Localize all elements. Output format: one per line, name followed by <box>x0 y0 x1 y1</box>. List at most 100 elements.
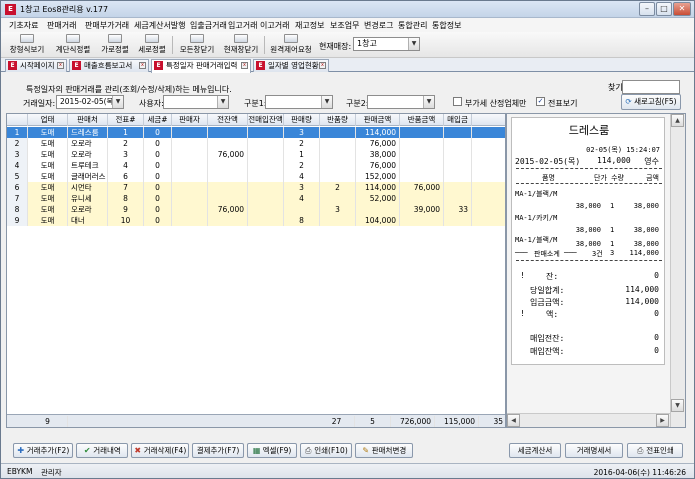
type1-select[interactable]: ▼ <box>265 95 333 109</box>
close-tab-icon[interactable]: x <box>241 62 248 69</box>
statement-button[interactable]: 거래명세서 <box>565 443 623 458</box>
maximize-icon[interactable]: □ <box>656 2 672 16</box>
close-tab-icon[interactable]: x <box>319 62 326 69</box>
cascade-view-button[interactable]: 창형식보기 <box>9 34 45 56</box>
footer-returns: 5 <box>355 416 391 427</box>
table-cell: 33 <box>444 204 472 215</box>
col-prev-balance[interactable]: 전잔액 <box>208 114 248 126</box>
refresh-button[interactable]: ⟳ 새로고침(F5) <box>621 94 681 110</box>
transaction-history-button[interactable]: ✔ 거래내역 <box>76 443 128 458</box>
col-seller[interactable]: 판매처 <box>68 114 108 126</box>
col-return-qty[interactable]: 반품량 <box>320 114 356 126</box>
user-select[interactable]: ▼ <box>163 95 229 109</box>
menu-changelog[interactable]: 변경로그 <box>364 20 393 31</box>
status-bar: EBYKM 관리자 2016-04-06(수) 11:46:26 <box>1 463 694 478</box>
col-sales-qty[interactable]: 판매량 <box>284 114 320 126</box>
table-cell: 104,000 <box>356 215 400 226</box>
print-button[interactable]: ⎙ 인쇄(F10) <box>300 443 352 458</box>
menu-sales-extra[interactable]: 판매부가거래 <box>85 20 129 31</box>
monitor-icon <box>284 34 298 43</box>
receipt-deposit-label: 입금금액: <box>530 298 565 307</box>
table-cell <box>320 215 356 226</box>
add-payment-button[interactable]: 결제추가(F7) <box>192 443 244 458</box>
add-transaction-button[interactable]: ✚ 거래추가(F2) <box>13 443 73 458</box>
close-current-window-button[interactable]: 현재창닫기 <box>221 34 261 56</box>
col-return-amount[interactable]: 반품금액 <box>400 114 444 126</box>
col-slip-no[interactable]: 전표# <box>108 114 144 126</box>
col-salesperson[interactable]: 판매자 <box>172 114 208 126</box>
table-row[interactable]: 3 도매 오로라 3 0 76,000 1 38,000 <box>7 149 505 160</box>
table-cell: 0 <box>144 182 172 193</box>
close-icon[interactable]: ✕ <box>673 2 691 16</box>
menu-transfer[interactable]: 이고거래 <box>260 20 289 31</box>
table-cell <box>444 127 472 138</box>
table-cell: 0 <box>144 193 172 204</box>
menu-inventory[interactable]: 재고정보 <box>295 20 324 31</box>
date-select[interactable]: 2015-02-05(목) ▼ <box>56 95 124 109</box>
table-row[interactable]: 4 도매 트루테크 4 0 2 76,000 <box>7 160 505 171</box>
remote-control-button[interactable]: 원격제어요청 <box>268 34 314 56</box>
col-tax-no[interactable]: 세금# <box>144 114 172 126</box>
col-purchase[interactable]: 매입금 <box>444 114 472 126</box>
vat-only-checkbox[interactable] <box>453 97 462 106</box>
receipt-vertical-scrollbar[interactable]: ▲ ▼ <box>670 114 685 427</box>
check-icon: ✔ <box>83 446 91 455</box>
table-cell <box>172 193 208 204</box>
table-row[interactable]: 1 도매 드레스룸 1 0 3 114,000 <box>7 127 505 138</box>
receipt-item-name: MA-1/카키/M <box>515 214 558 222</box>
table-cell: 도매 <box>28 193 68 204</box>
tab-label: 일자별 영업현황 <box>268 61 319 70</box>
receipt-subtotal-amount: 114,000 <box>629 249 659 257</box>
receipt-balance-label: 잔: <box>546 272 559 281</box>
menu-cash[interactable]: 입출금거래 <box>190 20 227 31</box>
slip-print-button[interactable]: ⎙ 전표인쇄 <box>627 443 683 458</box>
scroll-left-icon[interactable]: ◀ <box>507 414 520 427</box>
table-row[interactable]: 7 도매 유니세 8 0 4 52,000 <box>7 193 505 204</box>
table-row[interactable]: 2 도매 오로라 2 0 2 76,000 <box>7 138 505 149</box>
menu-integrated-mgmt[interactable]: 통합관리 <box>398 20 427 31</box>
tile-horizontal-button[interactable]: 가로정렬 <box>99 34 131 56</box>
menu-assist[interactable]: 보조업무 <box>330 20 359 31</box>
receipt-amount: 114,000 <box>597 156 631 165</box>
chevron-down-icon: ▼ <box>112 96 123 108</box>
table-row[interactable]: 5 도매 글래머러스 6 0 4 152,000 <box>7 171 505 182</box>
delete-transaction-button[interactable]: ✖ 거래삭제(F4) <box>131 443 189 458</box>
col-sales-amount[interactable]: 판매금액 <box>356 114 400 126</box>
table-row[interactable]: 8 도매 오로라 9 0 76,000 3 39,000 33 <box>7 204 505 215</box>
table-cell: 4 <box>284 171 320 182</box>
cascade-arrange-button[interactable]: 계단식정렬 <box>53 34 93 56</box>
menu-sales[interactable]: 판매거래 <box>47 20 76 31</box>
current-store-select[interactable]: 1창고 ▼ <box>353 37 420 51</box>
tab-date-sales-entry[interactable]: E 특정일자 판매거래입력 x <box>151 59 251 73</box>
close-all-windows-button[interactable]: 모든창닫기 <box>177 34 217 56</box>
menu-receiving[interactable]: 입고거래 <box>228 20 257 31</box>
minimize-icon[interactable]: – <box>639 2 655 16</box>
excel-button[interactable]: ▦ 엑셀(F9) <box>247 443 297 458</box>
close-tab-icon[interactable]: x <box>57 62 64 69</box>
row-number-header[interactable] <box>7 114 28 126</box>
col-business-type[interactable]: 업태 <box>28 114 68 126</box>
menu-tax-invoice[interactable]: 세금계산서발행 <box>134 20 186 31</box>
slip-view-checkbox[interactable]: ✓ <box>536 97 545 106</box>
menu-integrated-info[interactable]: 통합정보 <box>432 20 461 31</box>
table-cell <box>248 193 284 204</box>
tab-daily-business[interactable]: E 일자별 영업현황 x <box>253 59 329 72</box>
menu-basic-data[interactable]: 기초자료 <box>9 20 38 31</box>
button-label: 인쇄(F10) <box>314 446 348 455</box>
type2-select[interactable]: ▼ <box>367 95 435 109</box>
table-cell: 드레스룸 <box>68 127 108 138</box>
table-row[interactable]: 9 도매 대너 10 0 8 104,000 <box>7 215 505 226</box>
col-prev-purchase-balance[interactable]: 전매입잔액 <box>248 114 284 126</box>
scroll-right-icon[interactable]: ▶ <box>656 414 669 427</box>
receipt-horizontal-scrollbar[interactable]: ◀ ▶ <box>507 413 670 427</box>
tab-sales-flow-report[interactable]: E 매출흐름보고서 x <box>69 59 149 72</box>
scroll-up-icon[interactable]: ▲ <box>671 114 684 127</box>
close-tab-icon[interactable]: x <box>139 62 146 69</box>
tax-invoice-button[interactable]: 세금계산서 <box>509 443 561 458</box>
table-row[interactable]: 6 도매 시먼타 7 0 3 2 114,000 76,000 <box>7 182 505 193</box>
change-seller-button[interactable]: ✎ 판매처변경 <box>355 443 413 458</box>
scroll-down-icon[interactable]: ▼ <box>671 399 684 412</box>
tab-start-page[interactable]: E 시작페이지 x <box>5 59 67 72</box>
tile-vertical-button[interactable]: 세로정렬 <box>136 34 168 56</box>
find-input[interactable] <box>622 80 680 94</box>
